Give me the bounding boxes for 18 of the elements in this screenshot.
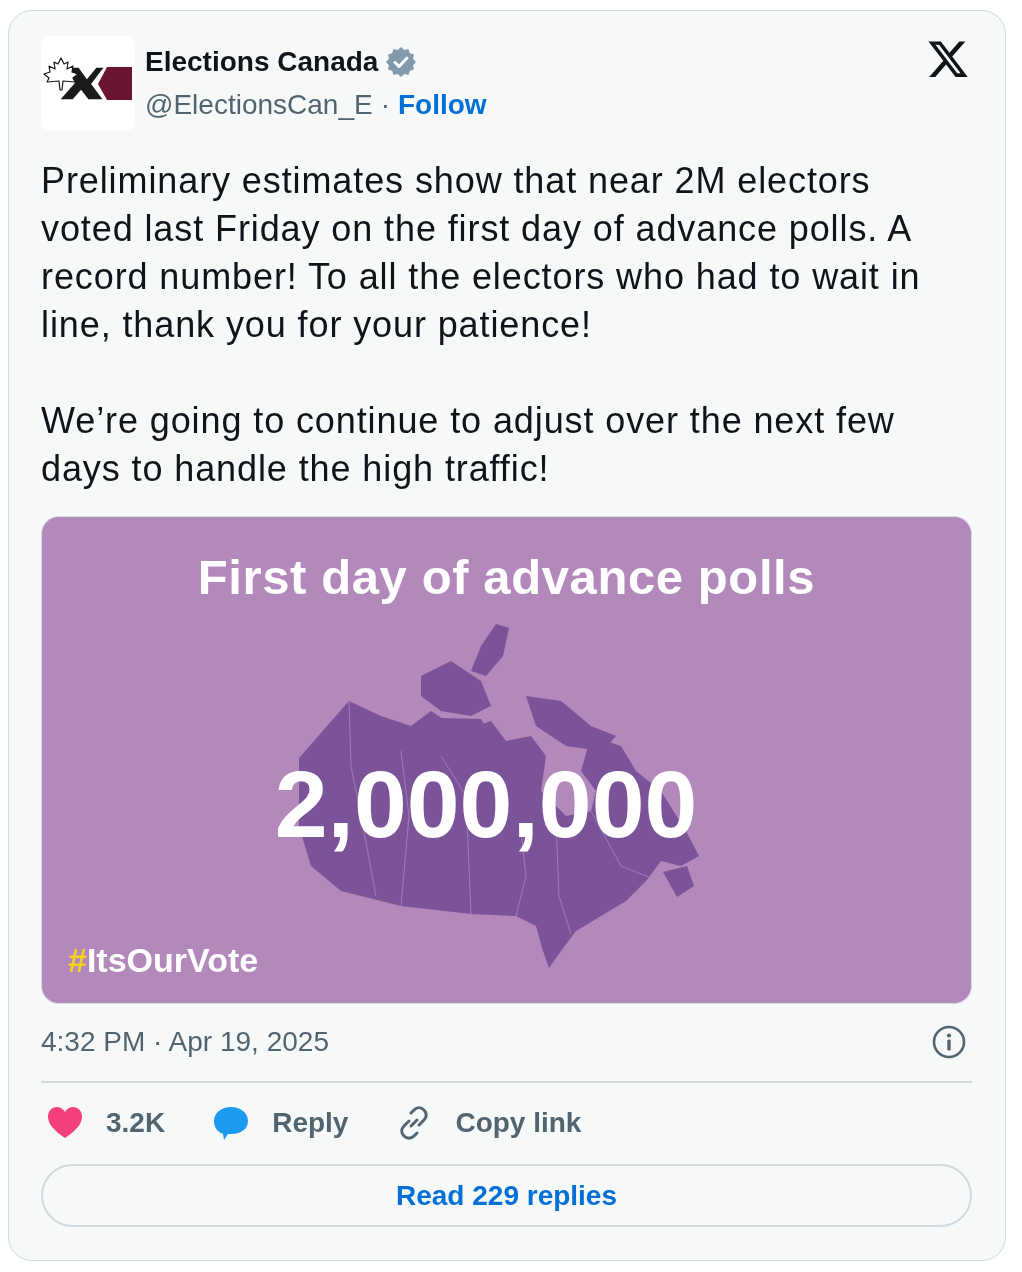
like-button[interactable]: 3.2K: [47, 1103, 166, 1143]
follow-link[interactable]: Follow: [398, 88, 487, 122]
read-replies-button[interactable]: Read 229 replies: [41, 1164, 972, 1227]
info-icon[interactable]: [932, 1025, 966, 1059]
hashtag-text: #ItsOurVote: [68, 940, 259, 980]
heart-icon: [47, 1105, 83, 1141]
speech-bubble-icon: [213, 1105, 250, 1141]
separator-text: ·: [380, 88, 390, 122]
author-name: Elections Canada: [145, 45, 379, 79]
infographic-title: First day of advance polls: [197, 549, 816, 606]
author-handle: @ElectionsCan_E: [145, 88, 373, 122]
timestamp-link[interactable]: 4:32 PM · Apr 19, 2025: [41, 1024, 329, 1060]
avatar-logo-icon: [41, 36, 135, 130]
copy-link-button[interactable]: Copy link: [396, 1103, 582, 1143]
post-text: Preliminary estimates show that near 2M electors voted last Friday on the first day of advance polls. A record number! To all the electors who had to wait in line, thank you for your patience!: [41, 159, 922, 347]
post-text: We’re going to continue to adjust over the next few days to handle the high traffic!: [41, 399, 896, 491]
reply-button[interactable]: Reply: [213, 1103, 349, 1143]
vote-count-text: 2,000,000: [273, 753, 699, 855]
